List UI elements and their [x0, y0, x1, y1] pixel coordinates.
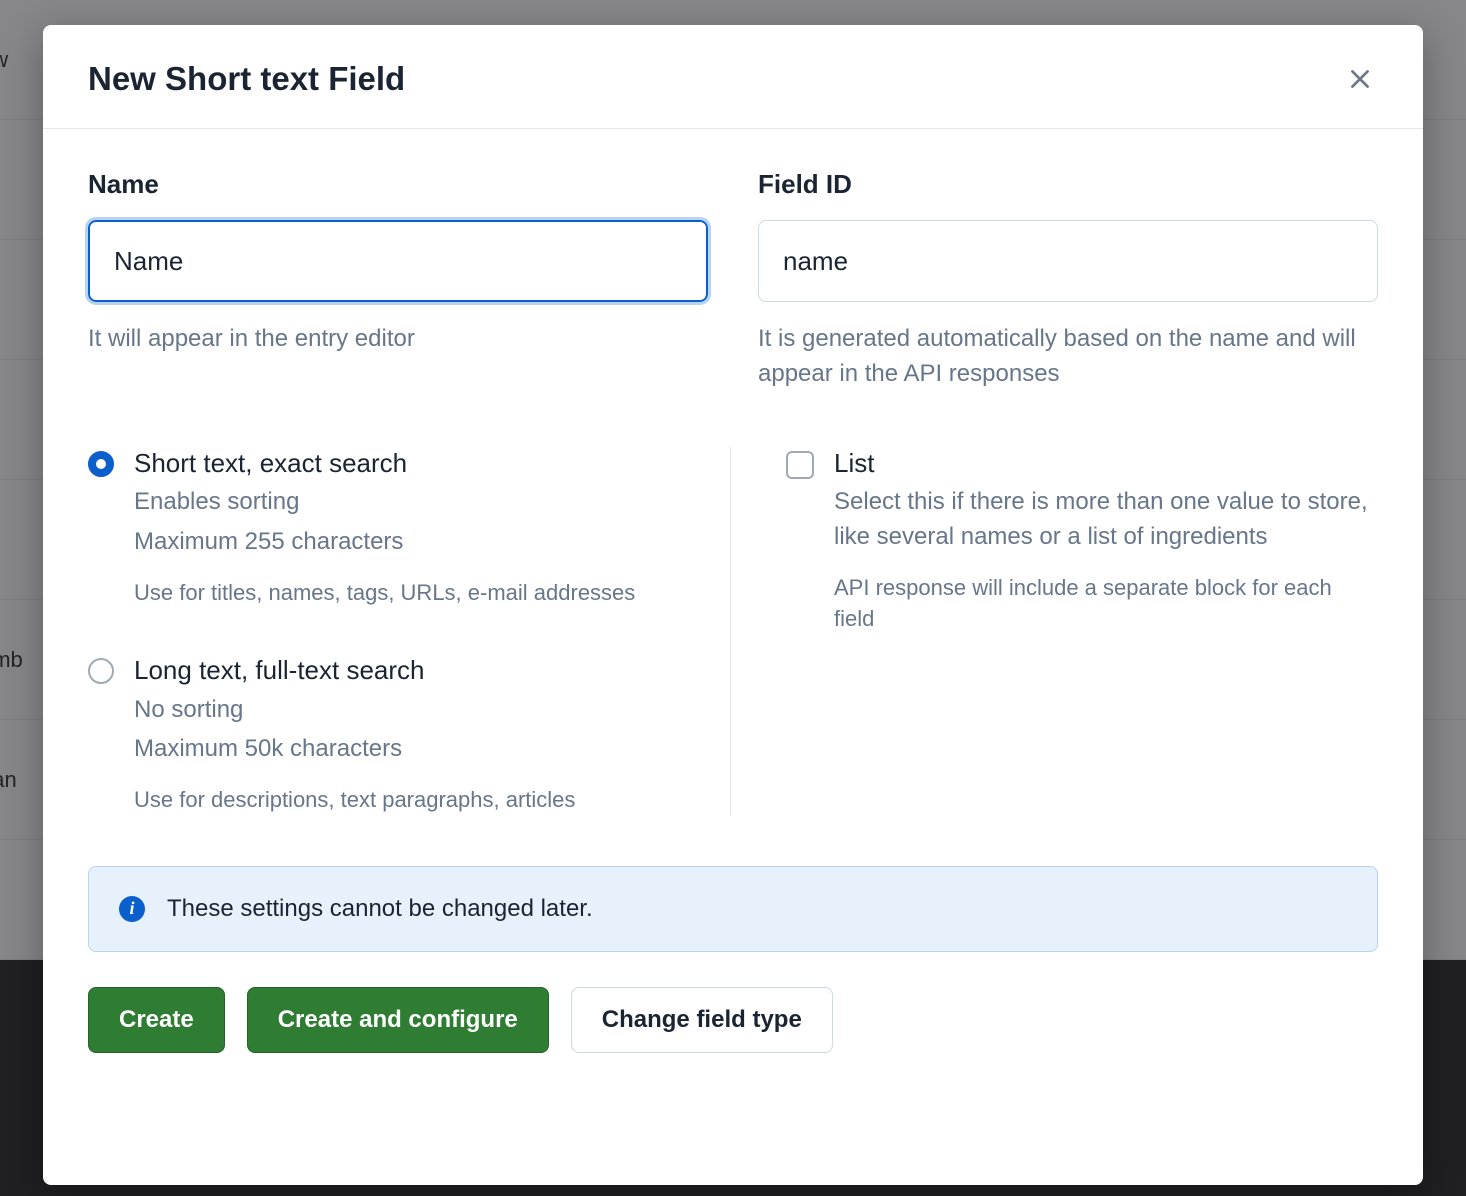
modal-header: New Short text Field	[43, 25, 1423, 129]
short-text-title: Short text, exact search	[134, 447, 680, 481]
list-description: Select this if there is more than one va…	[834, 485, 1378, 555]
modal-overlay: New Short text Field Name It will appear…	[0, 0, 1466, 1196]
close-button[interactable]	[1342, 61, 1378, 97]
list-content: List Select this if there is more than o…	[834, 447, 1378, 635]
field-id-col: Field ID It is generated automatically b…	[758, 169, 1378, 392]
list-hint: API response will include a separate blo…	[834, 573, 1378, 635]
alert-text: These settings cannot be changed later.	[167, 895, 593, 923]
new-field-modal: New Short text Field Name It will appear…	[43, 25, 1423, 1185]
action-buttons: Create Create and configure Change field…	[88, 987, 1378, 1053]
info-icon: i	[119, 896, 145, 922]
list-option-col: List Select this if there is more than o…	[730, 447, 1378, 816]
short-text-hint: Use for titles, names, tags, URLs, e-mai…	[134, 578, 680, 609]
name-helper-text: It will appear in the entry editor	[88, 322, 708, 357]
long-text-title: Long text, full-text search	[134, 654, 680, 688]
radio-icon	[88, 451, 114, 477]
list-checkbox-option[interactable]: List Select this if there is more than o…	[786, 447, 1378, 635]
modal-title: New Short text Field	[88, 60, 405, 98]
field-inputs-row: Name It will appear in the entry editor …	[88, 169, 1378, 392]
settings-locked-alert: i These settings cannot be changed later…	[88, 866, 1378, 952]
field-id-helper-text: It is generated automatically based on t…	[758, 322, 1378, 392]
field-id-input[interactable]	[758, 220, 1378, 302]
field-id-label: Field ID	[758, 169, 1378, 200]
long-text-sub2: Maximum 50k characters	[134, 732, 680, 767]
long-text-content: Long text, full-text search No sorting M…	[134, 654, 680, 816]
short-text-sub1: Enables sorting	[134, 485, 680, 520]
checkbox-icon	[786, 451, 814, 479]
long-text-sub1: No sorting	[134, 693, 680, 728]
long-text-hint: Use for descriptions, text paragraphs, a…	[134, 785, 680, 816]
text-type-options: Short text, exact search Enables sorting…	[88, 447, 730, 816]
list-title: List	[834, 447, 1378, 481]
text-type-radio-group: Short text, exact search Enables sorting…	[88, 447, 680, 816]
long-text-option[interactable]: Long text, full-text search No sorting M…	[88, 654, 680, 816]
radio-icon	[88, 658, 114, 684]
create-and-configure-button[interactable]: Create and configure	[247, 987, 549, 1053]
name-label: Name	[88, 169, 708, 200]
short-text-option[interactable]: Short text, exact search Enables sorting…	[88, 447, 680, 609]
short-text-content: Short text, exact search Enables sorting…	[134, 447, 680, 609]
name-input[interactable]	[88, 220, 708, 302]
create-button[interactable]: Create	[88, 987, 225, 1053]
close-icon	[1347, 66, 1373, 92]
field-options-row: Short text, exact search Enables sorting…	[88, 447, 1378, 816]
short-text-sub2: Maximum 255 characters	[134, 525, 680, 560]
change-field-type-button[interactable]: Change field type	[571, 987, 833, 1053]
modal-body: Name It will appear in the entry editor …	[43, 129, 1423, 1185]
name-field-col: Name It will appear in the entry editor	[88, 169, 708, 392]
